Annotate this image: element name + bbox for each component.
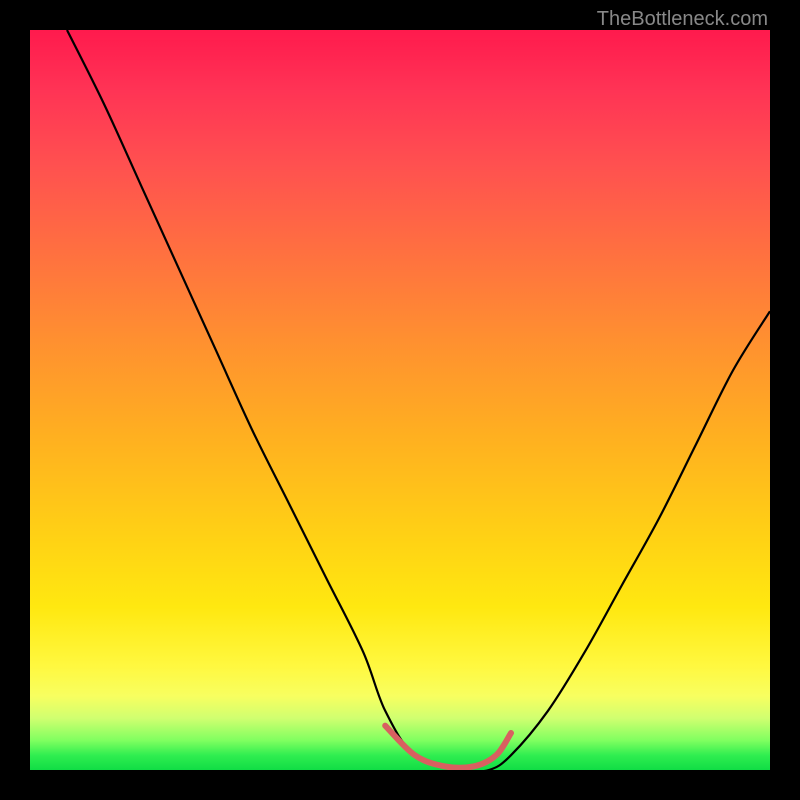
chart-container — [30, 30, 770, 770]
chart-svg — [30, 30, 770, 770]
bottleneck-curve — [67, 30, 770, 770]
optimal-zone-highlight — [385, 726, 511, 768]
watermark-text: TheBottleneck.com — [597, 8, 768, 31]
